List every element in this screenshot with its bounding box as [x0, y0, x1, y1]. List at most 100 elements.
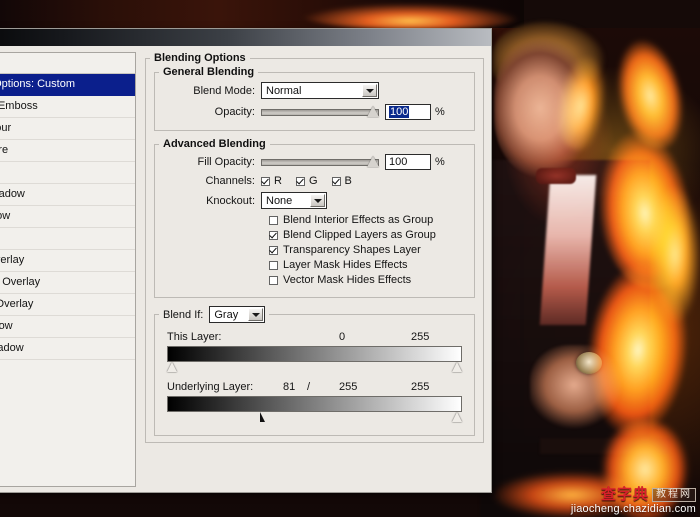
opacity-label: Opacity:: [214, 106, 255, 118]
general-blending-group: General Blending Blend Mode: Normal Opac…: [154, 66, 475, 131]
advanced-blending-title: Advanced Blending: [163, 138, 266, 150]
this-layer-max: 255: [411, 331, 430, 343]
sidebar-item-label: Outer Glow: [0, 320, 13, 332]
advanced-checkbox-label: Vector Mask Hides Effects: [283, 274, 412, 286]
sidebar-item-label: ending Options: Custom: [0, 78, 76, 90]
underlying-layer-separator: /: [307, 381, 311, 393]
this-layer-gradient-fill: [168, 347, 461, 361]
this-layer-handles: [167, 362, 462, 375]
this-layer-min: 0: [339, 331, 346, 343]
advanced-blending-group: Advanced Blending Fill Opacity: 100 % Ch…: [154, 138, 475, 298]
sidebar-item-4[interactable]: Stroke: [0, 162, 135, 184]
sidebar-item-10[interactable]: Pattern Overlay: [0, 294, 135, 316]
this-layer-max-handle[interactable]: [452, 362, 462, 372]
blend-if-label: Blend If:: [163, 308, 204, 321]
channel-g[interactable]: G: [295, 175, 318, 187]
sidebar-item-label: Color Overlay: [0, 254, 25, 266]
blend-mode-row: Blend Mode: Normal: [163, 82, 466, 99]
watermark-brand: 查字典 教程网: [571, 487, 696, 502]
underlying-layer-min-a: 81: [283, 381, 296, 393]
underlying-layer-handles: [167, 412, 462, 425]
channel-label: R: [274, 175, 282, 187]
opacity-input[interactable]: 100: [385, 104, 431, 120]
underlying-layer-gradient[interactable]: [167, 396, 462, 412]
fill-opacity-slider[interactable]: [261, 155, 379, 169]
opacity-slider-handle[interactable]: [367, 106, 379, 117]
general-blending-title: General Blending: [163, 66, 255, 78]
sidebar-item-6[interactable]: Inner Glow: [0, 206, 135, 228]
blend-mode-label: Blend Mode:: [193, 84, 255, 97]
sidebar-item-label: Inner Glow: [0, 210, 11, 222]
advanced-checkbox-2[interactable]: Transparency Shapes Layer: [269, 244, 466, 256]
checkbox-icon[interactable]: [261, 176, 270, 186]
checkbox-icon[interactable]: [269, 245, 278, 255]
blend-mode-select[interactable]: Normal: [261, 82, 379, 99]
fill-opacity-value: 100: [389, 156, 408, 168]
checkbox-icon[interactable]: [331, 176, 341, 186]
channels-checkbox-group: RGB: [261, 175, 366, 187]
advanced-checkbox-label: Transparency Shapes Layer: [283, 244, 421, 256]
knockout-row: Knockout: None: [163, 192, 466, 209]
sidebar-item-label: Texture: [0, 144, 9, 156]
underlying-layer-gradient-fill: [168, 397, 461, 411]
opacity-slider[interactable]: [261, 105, 379, 119]
dialog-body: les ending Options: Custom Bevel & Emboss…: [0, 46, 491, 494]
blending-options-group: Blending Options General Blending Blend …: [145, 52, 484, 443]
checkbox-icon[interactable]: [269, 275, 278, 285]
chevron-down-icon[interactable]: [362, 84, 377, 97]
fill-opacity-slider-handle[interactable]: [367, 156, 379, 167]
this-layer-label: This Layer:: [167, 331, 222, 343]
underlying-layer-min-b: 255: [339, 381, 358, 393]
sidebar-item-12[interactable]: Drop Shadow: [0, 338, 135, 360]
sidebar-item-1[interactable]: Bevel & Emboss: [0, 96, 135, 118]
channel-label: B: [344, 175, 352, 187]
styles-list-header[interactable]: les: [0, 52, 136, 73]
sidebar-item-0[interactable]: ending Options: Custom: [0, 74, 135, 96]
chevron-down-icon[interactable]: [310, 194, 325, 207]
sidebar-item-8[interactable]: Color Overlay: [0, 250, 135, 272]
sidebar-item-11[interactable]: Outer Glow: [0, 316, 135, 338]
sidebar-item-7[interactable]: Satin: [0, 228, 135, 250]
underlying-layer-min-handle[interactable]: [259, 412, 265, 422]
sidebar-item-label: Drop Shadow: [0, 342, 24, 354]
opacity-value: 100: [389, 106, 410, 118]
sidebar-item-label: Gradient Overlay: [0, 276, 41, 288]
this-layer-labels: This Layer: 0 255: [161, 331, 468, 344]
this-layer-gradient[interactable]: [167, 346, 462, 362]
channel-label: G: [308, 175, 318, 187]
advanced-checkbox-0[interactable]: Blend Interior Effects as Group: [269, 214, 466, 226]
sidebar-item-2[interactable]: Contour: [0, 118, 135, 140]
checkbox-icon[interactable]: [269, 260, 278, 270]
underlying-layer-max-handle[interactable]: [452, 412, 462, 422]
advanced-checkbox-3[interactable]: Layer Mask Hides Effects: [269, 259, 466, 271]
advanced-checkbox-label: Blend Interior Effects as Group: [283, 214, 434, 226]
advanced-checkbox-label: Blend Clipped Layers as Group: [283, 229, 436, 241]
knockout-select[interactable]: None: [261, 192, 327, 209]
fill-opacity-label: Fill Opacity:: [197, 156, 255, 168]
watermark-brand-box: 教程网: [652, 487, 696, 502]
dialog-titlebar[interactable]: r Style: [0, 29, 491, 46]
fill-opacity-row: Fill Opacity: 100 %: [163, 154, 466, 170]
effects-list[interactable]: ending Options: Custom Bevel & Emboss Cont…: [0, 73, 136, 487]
blend-if-channel-value: Gray: [214, 308, 239, 321]
fill-opacity-input[interactable]: 100: [385, 154, 431, 170]
blend-if-channel-select[interactable]: Gray: [209, 306, 266, 323]
channels-label: Channels:: [205, 175, 255, 187]
fill-opacity-unit: %: [435, 156, 445, 168]
this-layer-min-handle[interactable]: [167, 362, 177, 372]
opacity-slider-track: [261, 109, 379, 116]
sidebar-item-label: Bevel & Emboss: [0, 100, 38, 112]
checkbox-icon[interactable]: [269, 215, 278, 225]
advanced-checkbox-4[interactable]: Vector Mask Hides Effects: [269, 274, 466, 286]
channel-r[interactable]: R: [261, 175, 282, 187]
checkbox-icon[interactable]: [269, 230, 278, 240]
sidebar-item-3[interactable]: Texture: [0, 140, 135, 162]
layer-style-dialog: r Style les ending Options: Custom Bevel …: [0, 28, 492, 493]
channel-b[interactable]: B: [331, 175, 352, 187]
blend-if-legend: Blend If: Gray: [159, 306, 269, 323]
sidebar-item-5[interactable]: Inner Shadow: [0, 184, 135, 206]
sidebar-item-9[interactable]: Gradient Overlay: [0, 272, 135, 294]
checkbox-icon[interactable]: [295, 176, 305, 186]
advanced-checkbox-1[interactable]: Blend Clipped Layers as Group: [269, 229, 466, 241]
chevron-down-icon[interactable]: [248, 308, 264, 321]
